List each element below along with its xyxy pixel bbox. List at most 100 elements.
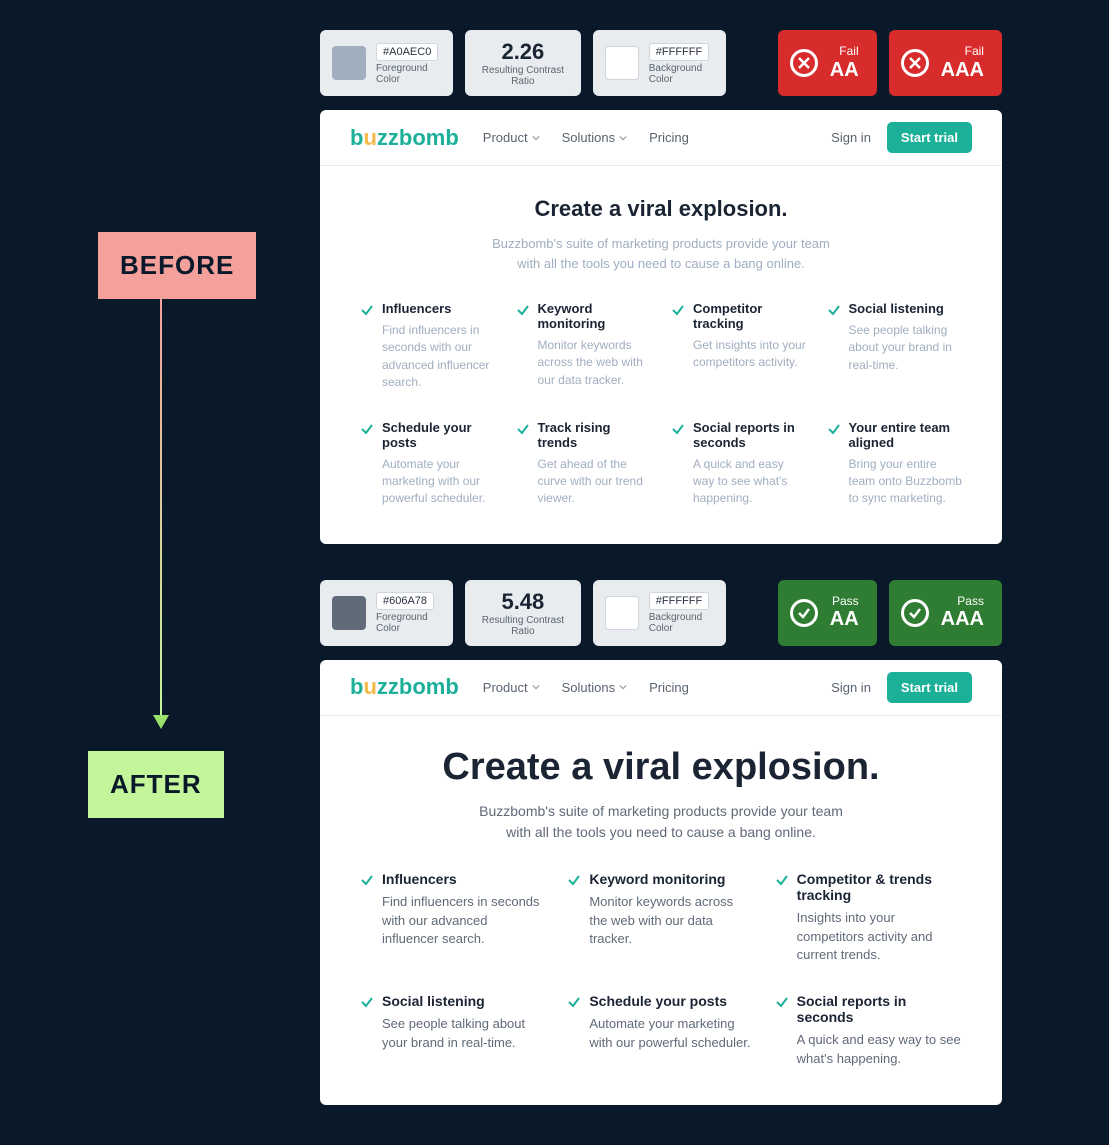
signin-link[interactable]: Sign in — [831, 680, 871, 695]
feature-title: Keyword monitoring — [538, 301, 652, 331]
background-hex: #FFFFFF — [649, 43, 709, 61]
aaa-level: AAA — [941, 59, 984, 81]
check-icon — [827, 303, 841, 317]
aaa-level: AAA — [941, 608, 984, 630]
feature-item: InfluencersFind influencers in seconds w… — [360, 871, 547, 966]
pass-icon — [901, 599, 929, 627]
check-icon — [775, 873, 789, 887]
before-mockup: buzzbomb Product Solutions Pricing Sign … — [320, 110, 1002, 544]
feature-title: Track rising trends — [538, 420, 652, 450]
feature-desc: Get ahead of the curve with our trend vi… — [538, 456, 652, 508]
background-label: Background Color — [649, 63, 714, 85]
check-icon — [567, 873, 581, 887]
feature-desc: Find influencers in seconds with our adv… — [382, 893, 547, 950]
chevron-down-icon — [619, 683, 627, 691]
chevron-down-icon — [532, 683, 540, 691]
signin-link[interactable]: Sign in — [831, 130, 871, 145]
feature-title: Social listening — [382, 993, 547, 1009]
arrow-head-icon — [153, 715, 169, 729]
check-icon — [360, 422, 374, 436]
feature-desc: See people talking about your brand in r… — [382, 1015, 547, 1053]
foreground-hex: #A0AEC0 — [376, 43, 438, 61]
feature-title: Social reports in seconds — [693, 420, 807, 450]
aaa-status: Pass — [941, 595, 984, 608]
nav: Product Solutions Pricing — [483, 130, 831, 145]
before-label: BEFORE — [98, 232, 256, 299]
contrast-bar-after: #606A78 Foreground Color 5.48 Resulting … — [320, 580, 1002, 646]
contrast-bar-before: #A0AEC0 Foreground Color 2.26 Resulting … — [320, 30, 1002, 96]
feature-title: Competitor & trends tracking — [797, 871, 962, 903]
background-color-card: #FFFFFF Background Color — [593, 580, 726, 646]
feature-item: Social reports in secondsA quick and eas… — [775, 993, 962, 1069]
check-icon — [360, 303, 374, 317]
aaa-badge: Pass AAA — [889, 580, 1002, 646]
logo[interactable]: buzzbomb — [350, 125, 459, 151]
hero-title: Create a viral explosion. — [360, 746, 962, 789]
aaa-badge: Fail AAA — [889, 30, 1002, 96]
check-icon — [827, 422, 841, 436]
feature-item: Competitor & trends trackingInsights int… — [775, 871, 962, 966]
fail-icon — [901, 49, 929, 77]
feature-item: Your entire team alignedBring your entir… — [827, 420, 963, 508]
nav-product[interactable]: Product — [483, 680, 540, 695]
feature-title: Schedule your posts — [382, 420, 496, 450]
after-label: AFTER — [88, 751, 224, 818]
aa-status: Fail — [830, 45, 859, 58]
hero-subtitle: Buzzbomb's suite of marketing products p… — [471, 801, 851, 843]
feature-desc: Automate your marketing with our powerfu… — [382, 456, 496, 508]
background-swatch — [605, 596, 639, 630]
nav-solutions[interactable]: Solutions — [562, 130, 627, 145]
feature-title: Competitor tracking — [693, 301, 807, 331]
before-section: #A0AEC0 Foreground Color 2.26 Resulting … — [320, 30, 1002, 544]
feature-title: Social listening — [849, 301, 963, 316]
aa-level: AA — [830, 59, 859, 81]
contrast-ratio-card: 2.26 Resulting Contrast Ratio — [465, 30, 581, 96]
logo[interactable]: buzzbomb — [350, 674, 459, 700]
check-icon — [671, 422, 685, 436]
feature-title: Your entire team aligned — [849, 420, 963, 450]
feature-desc: See people talking about your brand in r… — [849, 322, 963, 374]
feature-item: Schedule your postsAutomate your marketi… — [567, 993, 754, 1069]
nav: Product Solutions Pricing — [483, 680, 831, 695]
aa-status: Pass — [830, 595, 859, 608]
mockup-body: Create a viral explosion. Buzzbomb's sui… — [320, 716, 1002, 1105]
feature-title: Schedule your posts — [589, 993, 754, 1009]
feature-title: Keyword monitoring — [589, 871, 754, 887]
nav-pricing[interactable]: Pricing — [649, 680, 689, 695]
nav-product[interactable]: Product — [483, 130, 540, 145]
foreground-color-card: #606A78 Foreground Color — [320, 580, 453, 646]
start-trial-button[interactable]: Start trial — [887, 672, 972, 703]
chevron-down-icon — [532, 134, 540, 142]
check-icon — [360, 995, 374, 1009]
hero-title: Create a viral explosion. — [360, 196, 962, 222]
mockup-header: buzzbomb Product Solutions Pricing Sign … — [320, 660, 1002, 716]
mockup-header: buzzbomb Product Solutions Pricing Sign … — [320, 110, 1002, 166]
nav-pricing[interactable]: Pricing — [649, 130, 689, 145]
feature-item: Social listening See people talking about… — [360, 993, 547, 1069]
feature-grid: InfluencersFind influencers in seconds w… — [360, 871, 962, 1069]
foreground-color-card: #A0AEC0 Foreground Color — [320, 30, 453, 96]
nav-solutions[interactable]: Solutions — [562, 680, 627, 695]
feature-item: Keyword monitoringMonitor keywords acros… — [516, 301, 652, 392]
feature-item: Track rising trends Get ahead of the curv… — [516, 420, 652, 508]
foreground-swatch — [332, 46, 366, 80]
feature-item: Social reports in seconds A quick and eas… — [671, 420, 807, 508]
contrast-ratio-value: 2.26 — [501, 39, 544, 65]
feature-item: InfluencersFind influencers in seconds w… — [360, 301, 496, 392]
contrast-ratio-value: 5.48 — [501, 589, 544, 615]
check-icon — [567, 995, 581, 1009]
feature-desc: A quick and easy way to see what's happe… — [797, 1031, 962, 1069]
feature-item: Schedule your posts Automate your marketi… — [360, 420, 496, 508]
fail-icon — [790, 49, 818, 77]
start-trial-button[interactable]: Start trial — [887, 122, 972, 153]
contrast-ratio-label: Resulting Contrast Ratio — [477, 615, 569, 637]
background-color-card: #FFFFFF Background Color — [593, 30, 726, 96]
check-icon — [671, 303, 685, 317]
feature-desc: A quick and easy way to see what's happe… — [693, 456, 807, 508]
chevron-down-icon — [619, 134, 627, 142]
background-label: Background Color — [649, 612, 714, 634]
check-icon — [516, 422, 530, 436]
pass-icon — [790, 599, 818, 627]
foreground-hex: #606A78 — [376, 592, 434, 610]
feature-item: Keyword monitoringMonitor keywords acros… — [567, 871, 754, 966]
